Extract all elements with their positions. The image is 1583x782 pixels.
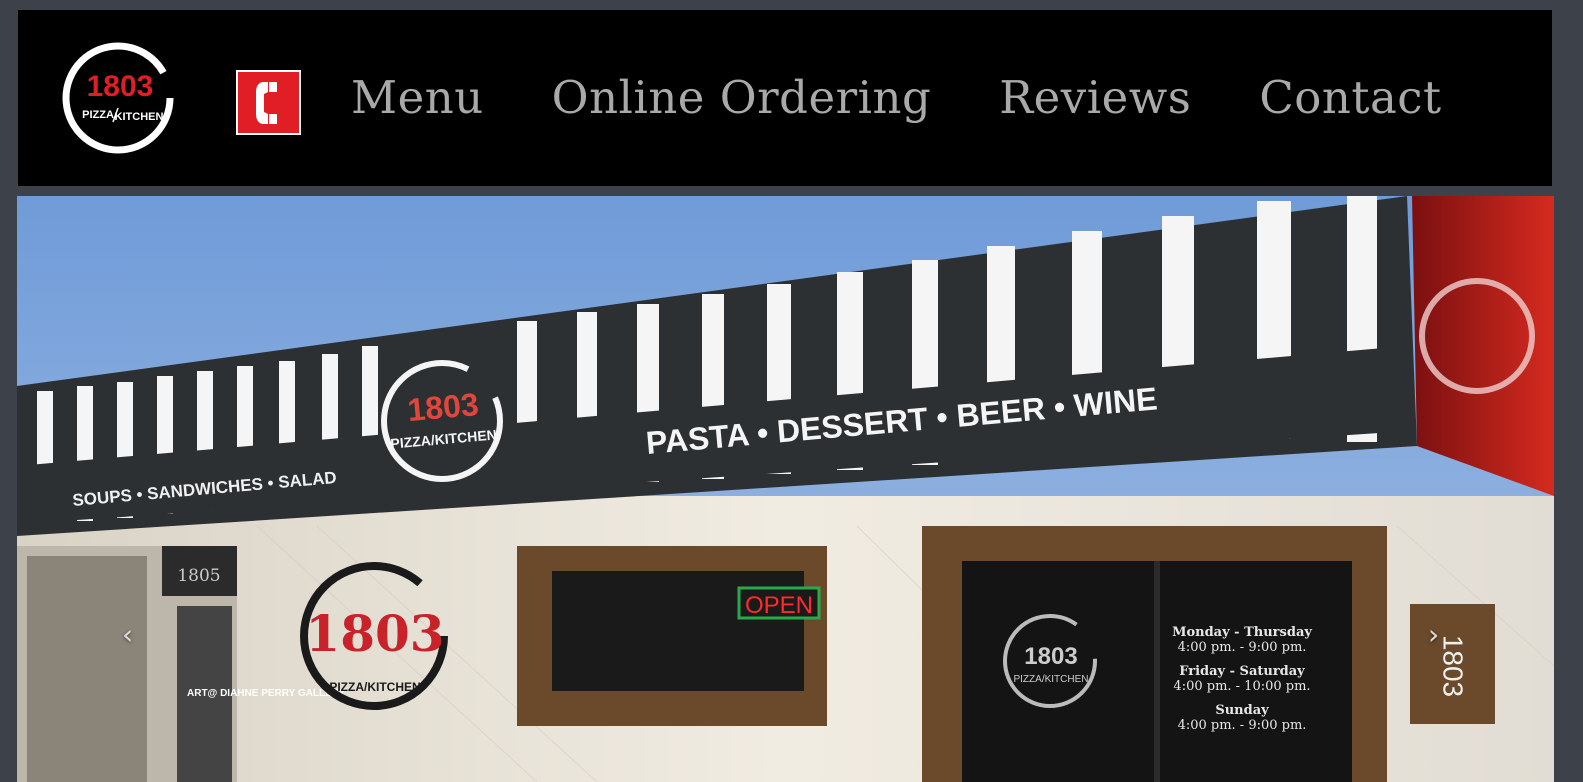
address-plaque: 1803	[1438, 635, 1469, 697]
hero-carousel: 1805 ART@ DIAHNE PERRY GALLERY SOUPS • S…	[17, 196, 1554, 782]
nav-contact[interactable]: Contact	[1259, 68, 1441, 128]
hours-time-1: 4:00 pm. - 9:00 pm.	[1178, 640, 1307, 655]
nav-menu[interactable]: Menu	[351, 68, 484, 128]
phone-icon	[255, 81, 277, 124]
top-navbar: 1803 PIZZA KITCHEN Menu Online Ordering …	[18, 10, 1552, 186]
carousel-prev-icon[interactable]: ‹	[122, 618, 133, 651]
brand-logo[interactable]: 1803 PIZZA KITCHEN	[60, 38, 176, 158]
nav-reviews[interactable]: Reviews	[999, 68, 1191, 128]
logo-sub-left: PIZZA	[82, 109, 114, 121]
gallery-sign: ART@ DIAHNE PERRY GALLERY	[187, 688, 346, 699]
hours-time-3: 4:00 pm. - 9:00 pm.	[1178, 718, 1307, 733]
hours-time-2: 4:00 pm. - 10:00 pm.	[1173, 679, 1310, 694]
logo-sub-right: KITCHEN	[115, 111, 164, 123]
wall-logo-number: 1803	[305, 604, 444, 663]
hours-days-3: Sunday	[1215, 703, 1269, 718]
door-logo-number: 1803	[1024, 643, 1077, 670]
wall-logo-sub: PIZZA/KITCHEN	[329, 680, 420, 694]
nav-online-ordering[interactable]: Online Ordering	[552, 68, 932, 128]
hours-days-2: Friday - Saturday	[1179, 664, 1305, 679]
storefront-photo: 1805 ART@ DIAHNE PERRY GALLERY SOUPS • S…	[17, 196, 1554, 782]
phone-button[interactable]	[236, 70, 301, 135]
main-nav: Menu Online Ordering Reviews Contact	[351, 68, 1510, 128]
logo-number: 1803	[87, 70, 154, 103]
awning-logo-number: 1803	[406, 386, 480, 428]
door-logo-sub: PIZZA/KITCHEN	[1013, 674, 1088, 685]
neighbor-address: 1805	[177, 566, 220, 586]
open-sign: OPEN	[745, 592, 813, 619]
carousel-next-icon[interactable]: ›	[1428, 618, 1439, 651]
hours-days-1: Monday - Thursday	[1172, 625, 1312, 640]
